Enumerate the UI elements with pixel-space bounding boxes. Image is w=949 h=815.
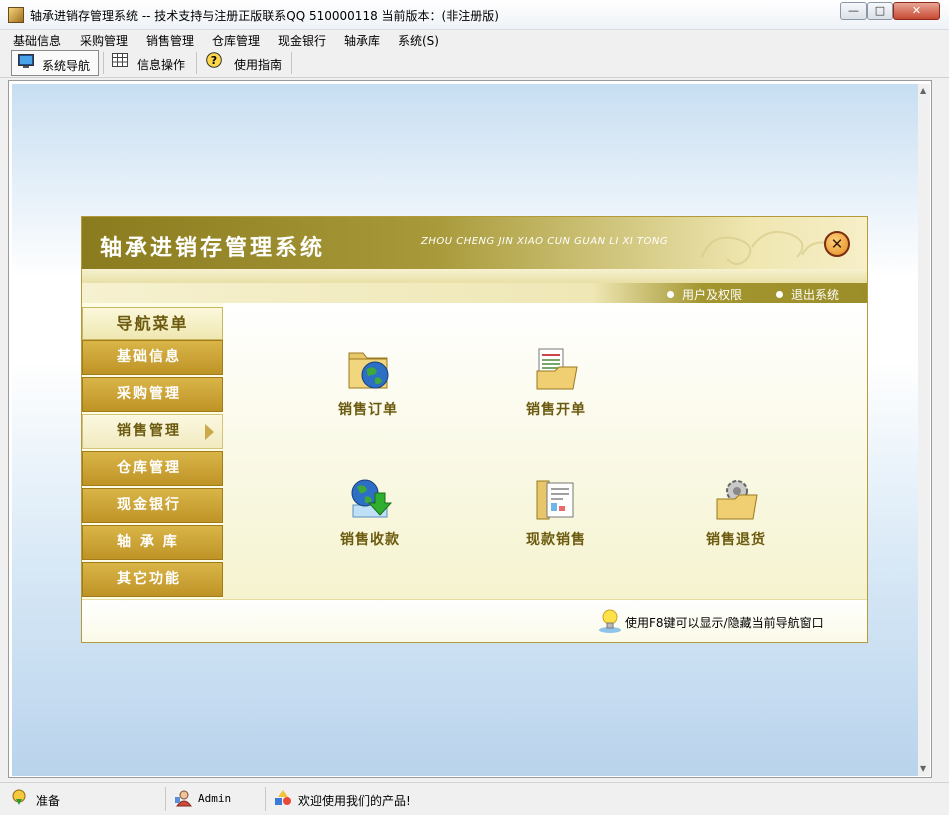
ready-icon — [12, 789, 26, 805]
toolbar-guide-button[interactable]: ? 使用指南 — [200, 50, 288, 76]
user-permissions-label: 用户及权限 — [682, 288, 743, 302]
nav-item-purchase[interactable]: 采购管理 — [82, 377, 223, 412]
panel-title: 轴承进销存管理系统 — [100, 236, 326, 261]
toolbar-separator — [196, 52, 197, 74]
nav-item-label: 轴 承 库 — [117, 534, 179, 550]
app-icon — [8, 7, 24, 23]
toolbar: 系统导航 信息操作 ? 使用指南 — [0, 50, 949, 78]
selected-arrow-icon — [205, 424, 214, 440]
function-label: 销售退货 — [706, 532, 766, 548]
nav-item-label: 现金银行 — [117, 497, 181, 513]
nav-item-label: 采购管理 — [117, 386, 181, 402]
nav-item-label: 仓库管理 — [117, 460, 181, 476]
panel-link-bar — [82, 283, 867, 303]
nav-item-other[interactable]: 其它功能 — [82, 562, 223, 597]
bullet-icon — [776, 291, 783, 298]
panel-strip — [82, 269, 867, 283]
scroll-up-icon[interactable]: ▲ — [920, 86, 926, 95]
toolbar-guide-label: 使用指南 — [234, 58, 283, 72]
status-welcome-text: 欢迎使用我们的产品! — [298, 794, 411, 808]
svg-text:?: ? — [211, 54, 217, 67]
sales-return-button[interactable]: 销售退货 — [671, 475, 801, 555]
close-circle-icon[interactable]: ✕ — [824, 231, 850, 257]
maximize-button[interactable]: □ — [867, 2, 893, 20]
function-label: 销售开单 — [526, 402, 586, 418]
exit-system-link[interactable]: 退出系统 — [776, 286, 839, 303]
toolbar-info-button[interactable]: 信息操作 — [106, 50, 192, 76]
menu-basic-info[interactable]: 基础信息 — [13, 32, 61, 49]
function-area: 销售订单 销售开单 销售收款 现款销售 销售退货 — [223, 303, 867, 599]
close-button[interactable]: ✕ — [893, 2, 940, 20]
folder-globe-icon — [348, 352, 389, 389]
nav-item-label: 销售管理 — [117, 423, 181, 439]
folder-gear-icon — [716, 480, 758, 520]
nav-item-basic-info[interactable]: 基础信息 — [82, 340, 223, 375]
function-label: 销售订单 — [338, 402, 398, 418]
nav-item-sales[interactable]: 销售管理 — [82, 414, 223, 449]
vertical-scrollbar[interactable]: ▲ ▼ — [918, 84, 930, 776]
toolbar-nav-button[interactable]: 系统导航 — [11, 50, 99, 76]
nav-menu-header: 导航菜单 — [82, 307, 223, 340]
sales-billing-button[interactable]: 销售开单 — [491, 345, 621, 425]
toolbar-info-label: 信息操作 — [137, 58, 186, 72]
menu-warehouse[interactable]: 仓库管理 — [212, 32, 260, 49]
function-label: 现款销售 — [526, 532, 586, 548]
status-ready-pane: 准备 — [6, 787, 166, 811]
nav-item-warehouse[interactable]: 仓库管理 — [82, 451, 223, 486]
exit-system-label: 退出系统 — [791, 288, 840, 302]
lightbulb-icon — [599, 609, 621, 633]
status-welcome-pane: 欢迎使用我们的产品! — [270, 787, 570, 811]
nav-item-bearing-lib[interactable]: 轴 承 库 — [82, 525, 223, 560]
f8-tip-text: 使用F8键可以显示/隐藏当前导航窗口 — [625, 616, 824, 630]
scroll-down-icon[interactable]: ▼ — [920, 764, 926, 773]
minimize-button[interactable]: — — [840, 2, 867, 20]
folder-document-icon — [536, 348, 578, 390]
nav-item-cash-bank[interactable]: 现金银行 — [82, 488, 223, 523]
nav-item-label: 其它功能 — [117, 571, 181, 587]
status-user-text: Admin — [198, 792, 232, 805]
menu-system[interactable]: 系统(S) — [398, 32, 439, 49]
menu-cash-bank[interactable]: 现金银行 — [278, 32, 326, 49]
panel-footer: 使用F8键可以显示/隐藏当前导航窗口 — [82, 599, 867, 642]
panel-subtitle: ZHOU CHENG JIN XIAO CUN GUAN LI XI TONG — [421, 236, 669, 247]
sales-receipt-button[interactable]: 销售收款 — [305, 475, 435, 555]
function-label: 销售收款 — [340, 532, 400, 548]
toolbar-separator — [291, 52, 292, 74]
navigation-panel: 轴承进销存管理系统 ZHOU CHENG JIN XIAO CUN GUAN L… — [81, 216, 868, 643]
folder-form-icon — [536, 480, 574, 520]
status-bar: 准备 Admin 欢迎使用我们的产品! — [0, 782, 949, 815]
panel-header: 轴承进销存管理系统 ZHOU CHENG JIN XIAO CUN GUAN L… — [82, 217, 867, 269]
help-icon: ? — [206, 52, 222, 68]
bullet-icon — [667, 291, 674, 298]
window-title: 轴承进销存管理系统 -- 技术支持与注册正版联系QQ 510000118 当前版… — [30, 9, 499, 23]
user-permissions-link[interactable]: 用户及权限 — [667, 286, 742, 303]
status-ready-text: 准备 — [36, 794, 61, 808]
sales-order-button[interactable]: 销售订单 — [303, 345, 433, 425]
grid-icon — [112, 53, 128, 67]
menu-bar: 基础信息 采购管理 销售管理 仓库管理 现金银行 轴承库 系统(S) — [0, 30, 949, 50]
menu-bearing-lib[interactable]: 轴承库 — [344, 32, 380, 49]
globe-download-icon — [351, 479, 393, 518]
user-icon — [175, 790, 192, 807]
menu-sales[interactable]: 销售管理 — [146, 32, 194, 49]
shapes-icon — [275, 790, 291, 805]
title-bar: 轴承进销存管理系统 -- 技术支持与注册正版联系QQ 510000118 当前版… — [0, 0, 949, 30]
monitor-icon — [18, 54, 34, 68]
cash-sales-button[interactable]: 现款销售 — [491, 475, 621, 555]
nav-item-label: 基础信息 — [117, 349, 181, 365]
status-user-pane: Admin — [170, 787, 266, 811]
toolbar-nav-label: 系统导航 — [42, 59, 91, 73]
toolbar-separator — [103, 52, 104, 74]
menu-purchase[interactable]: 采购管理 — [80, 32, 128, 49]
